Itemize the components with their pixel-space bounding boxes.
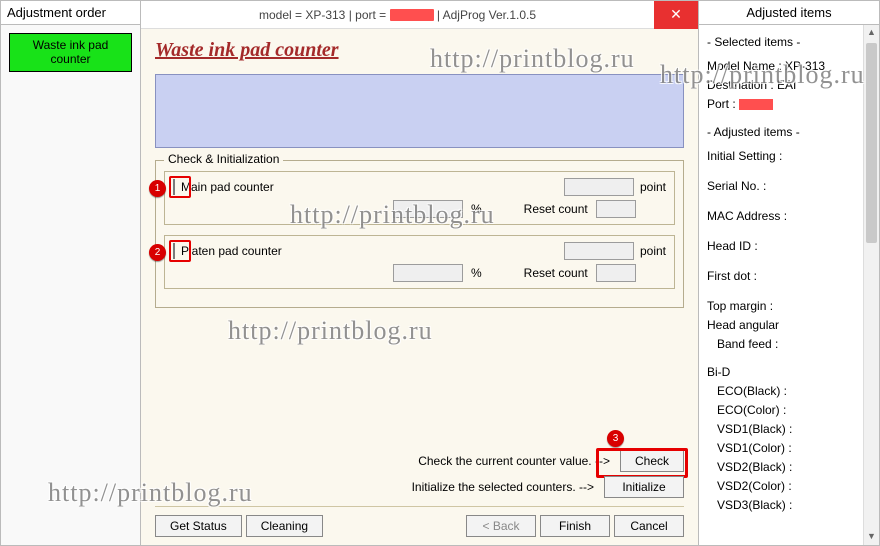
main-window: model = XP-313 | port = | AdjProg Ver.1.…	[141, 1, 699, 545]
percent-label: %	[471, 202, 482, 216]
main-pad-counter-row: 1 Main pad counter point %	[164, 171, 675, 225]
main-pad-point-field	[564, 178, 634, 196]
main-pad-checkbox[interactable]	[173, 179, 175, 195]
initialize-button[interactable]: Initialize	[604, 476, 684, 498]
window-titlebar: model = XP-313 | port = | AdjProg Ver.1.…	[141, 1, 698, 29]
back-button[interactable]: < Back	[466, 515, 536, 537]
check-button[interactable]: Check	[620, 450, 684, 472]
left-panel: Adjustment order Waste ink pad counter	[1, 1, 141, 545]
right-panel-header: Adjusted items	[699, 1, 879, 25]
adjusted-item-row: VSD1(Color) :	[707, 439, 877, 457]
adjusted-items-header: - Adjusted items -	[707, 123, 877, 141]
platen-pad-label: Platen pad counter	[181, 244, 282, 258]
redacted-port	[390, 9, 434, 21]
platen-pad-reset-field	[596, 264, 636, 282]
check-initialization-group: Check & Initialization 1 Main pad counte…	[155, 160, 684, 308]
destination-row: Destination : EAI	[707, 76, 877, 94]
adjusted-item-row: ECO(Color) :	[707, 401, 877, 419]
adjusted-item-row: Head ID :	[707, 237, 877, 255]
adjusted-item-row: VSD2(Black) :	[707, 458, 877, 476]
platen-pad-checkbox[interactable]	[173, 243, 175, 259]
adjusted-item-row: Top margin :	[707, 297, 877, 315]
reset-count-label-2: Reset count	[524, 266, 588, 280]
adjusted-item-row: VSD2(Color) :	[707, 477, 877, 495]
adjusted-item-row: Initial Setting :	[707, 147, 877, 165]
bottom-button-bar: Get Status Cleaning < Back Finish Cancel	[155, 506, 684, 537]
selected-items-header: - Selected items -	[707, 33, 877, 51]
platen-pad-counter-row: 2 Platen pad counter point %	[164, 235, 675, 289]
cancel-button[interactable]: Cancel	[614, 515, 684, 537]
main-pad-reset-field	[596, 200, 636, 218]
waste-ink-pad-counter-button[interactable]: Waste ink pad counter	[9, 33, 132, 72]
group-legend: Check & Initialization	[164, 152, 283, 166]
annotation-badge-1: 1	[149, 180, 166, 197]
scroll-up-icon[interactable]: ▲	[864, 25, 879, 41]
platen-pad-percent-field	[393, 264, 463, 282]
adjusted-item-row: ECO(Black) :	[707, 382, 877, 400]
annotation-badge-3: 3	[607, 430, 624, 447]
redacted-port-right	[739, 99, 773, 110]
title-suffix: | AdjProg Ver.1.0.5	[434, 8, 537, 22]
right-panel: Adjusted items - Selected items - Model …	[699, 1, 879, 545]
scroll-thumb[interactable]	[866, 43, 877, 243]
scroll-down-icon[interactable]: ▼	[864, 529, 879, 545]
adjusted-item-row: Head angular	[707, 316, 877, 334]
adjusted-items-list: - Selected items - Model Name : XP-313 D…	[699, 25, 879, 545]
main-pad-percent-field	[393, 200, 463, 218]
adjusted-item-row: Band feed :	[707, 335, 877, 353]
finish-button[interactable]: Finish	[540, 515, 610, 537]
close-button[interactable]: ✕	[654, 1, 698, 29]
percent-label-2: %	[471, 266, 482, 280]
platen-pad-point-field	[564, 242, 634, 260]
point-label-2: point	[640, 244, 666, 258]
adjusted-item-row: First dot :	[707, 267, 877, 285]
annotation-badge-2: 2	[149, 244, 166, 261]
initialize-hint: Initialize the selected counters. -->	[412, 480, 594, 494]
title-prefix: model = XP-313 | port =	[259, 8, 390, 22]
reset-count-label: Reset count	[524, 202, 588, 216]
port-label: Port :	[707, 97, 739, 111]
model-name-row: Model Name : XP-313	[707, 57, 877, 75]
adjusted-item-row: Bi-D	[707, 363, 877, 381]
get-status-button[interactable]: Get Status	[155, 515, 242, 537]
point-label: point	[640, 180, 666, 194]
adjusted-item-row: Serial No. :	[707, 177, 877, 195]
check-hint: Check the current counter value. -->	[418, 454, 610, 468]
main-pad-label: Main pad counter	[181, 180, 274, 194]
left-panel-header: Adjustment order	[1, 1, 140, 25]
adjusted-item-row: MAC Address :	[707, 207, 877, 225]
adjusted-item-row: VSD3(Black) :	[707, 496, 877, 514]
right-scrollbar[interactable]: ▲ ▼	[863, 25, 879, 545]
page-title: Waste ink pad counter	[155, 39, 684, 62]
adjusted-item-row: VSD1(Black) :	[707, 420, 877, 438]
status-output-box	[155, 74, 684, 148]
port-row: Port :	[707, 95, 877, 113]
window-title: model = XP-313 | port = | AdjProg Ver.1.…	[141, 8, 654, 22]
cleaning-button[interactable]: Cleaning	[246, 515, 323, 537]
